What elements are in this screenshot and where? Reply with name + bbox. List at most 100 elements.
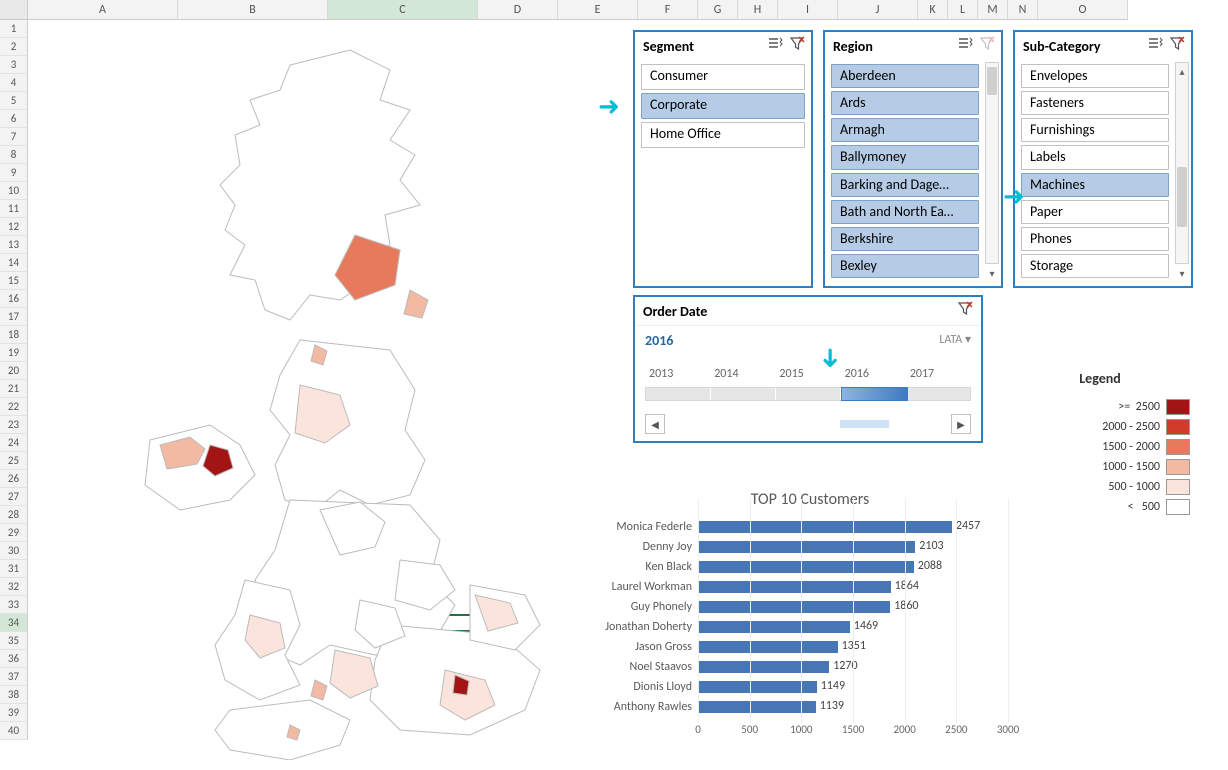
col-header-J[interactable]: J [838,0,918,20]
row-header-29[interactable]: 29 [0,524,28,542]
row-header-18[interactable]: 18 [0,326,28,344]
slicer-subcategory[interactable]: Sub-Category EnvelopesFastenersFurnishin… [1013,30,1193,288]
clear-filter-icon[interactable] [957,301,973,321]
col-header-M[interactable]: M [978,0,1008,20]
slicer-item[interactable]: Consumer [641,64,805,90]
row-header-13[interactable]: 13 [0,236,28,254]
row-header-16[interactable]: 16 [0,290,28,308]
slicer-item[interactable]: Bath and North Ea… [831,200,979,224]
multiselect-icon[interactable] [767,36,783,56]
col-header-D[interactable]: D [478,0,558,20]
multiselect-icon[interactable] [1147,36,1163,56]
row-header-22[interactable]: 22 [0,398,28,416]
bar[interactable] [698,621,850,633]
slicer-item[interactable]: Corporate [641,93,805,119]
bar[interactable] [698,561,914,573]
row-header-10[interactable]: 10 [0,182,28,200]
timeline-scroll-right[interactable]: ▶ [951,414,971,434]
col-header-C[interactable]: C [328,0,478,20]
scroll-down-icon[interactable]: ▾ [986,265,998,281]
row-header-33[interactable]: 33 [0,596,28,614]
top-customers-chart[interactable]: TOP 10 Customers Monica Federle2457Denny… [580,490,1040,737]
slicer-item[interactable]: Phones [1021,227,1169,251]
row-header-1[interactable]: 1 [0,20,28,38]
row-header-40[interactable]: 40 [0,722,28,740]
scroll-down-icon[interactable]: ▾ [1176,265,1188,281]
slicer-item[interactable]: Armagh [831,118,979,142]
scrollbar-thumb[interactable] [1177,167,1187,227]
timeline-year-segment[interactable] [906,388,970,400]
row-header-21[interactable]: 21 [0,380,28,398]
row-header-3[interactable]: 3 [0,56,28,74]
slicer-item[interactable]: Labels [1021,145,1169,169]
scrollbar-thumb[interactable] [987,67,997,95]
row-header-25[interactable]: 25 [0,452,28,470]
uk-choropleth-map[interactable] [100,40,580,760]
row-header-4[interactable]: 4 [0,74,28,92]
row-header-38[interactable]: 38 [0,686,28,704]
slicer-item[interactable]: Paper [1021,200,1169,224]
row-header-7[interactable]: 7 [0,128,28,146]
slicer-region[interactable]: Region AberdeenArdsArmaghBallymoneyBarki… [823,30,1003,288]
row-header-32[interactable]: 32 [0,578,28,596]
slicer-item[interactable]: Aberdeen [831,64,979,88]
row-header-31[interactable]: 31 [0,560,28,578]
slicer-segment[interactable]: Segment ConsumerCorporateHome Office [633,30,813,288]
timeline-selection-bar[interactable] [841,387,908,401]
bar[interactable] [698,701,816,713]
clear-filter-icon[interactable] [1169,36,1185,56]
slicer-item[interactable]: Machines [1021,173,1169,197]
timeline-period-dropdown[interactable]: LATA ▾ [939,332,971,347]
row-header-35[interactable]: 35 [0,632,28,650]
bar[interactable] [698,641,838,653]
slicer-item[interactable]: Furnishings [1021,118,1169,142]
row-header-9[interactable]: 9 [0,164,28,182]
row-header-37[interactable]: 37 [0,668,28,686]
row-header-8[interactable]: 8 [0,146,28,164]
multiselect-icon[interactable] [957,36,973,56]
row-header-28[interactable]: 28 [0,506,28,524]
col-header-I[interactable]: I [778,0,838,20]
bar[interactable] [698,581,891,593]
row-header-11[interactable]: 11 [0,200,28,218]
row-header-14[interactable]: 14 [0,254,28,272]
slicer-item[interactable]: Fasteners [1021,91,1169,115]
timeline-scroll-left[interactable]: ◀ [645,414,665,434]
row-header-20[interactable]: 20 [0,362,28,380]
bar[interactable] [698,681,817,693]
row-header-19[interactable]: 19 [0,344,28,362]
scrollbar[interactable]: ▴▾ [985,62,999,264]
col-header-L[interactable]: L [948,0,978,20]
bar[interactable] [698,541,915,553]
slicer-item[interactable]: Bexley [831,254,979,278]
row-header-26[interactable]: 26 [0,470,28,488]
clear-filter-icon[interactable] [789,36,805,56]
col-header-B[interactable]: B [178,0,328,20]
row-headers[interactable]: 1234567891011121314151617181920212223242… [0,20,28,740]
row-header-15[interactable]: 15 [0,272,28,290]
slicer-item[interactable]: Storage [1021,254,1169,278]
row-header-17[interactable]: 17 [0,308,28,326]
bar[interactable] [698,521,952,533]
row-header-34[interactable]: 34 [0,614,28,632]
row-header-12[interactable]: 12 [0,218,28,236]
timeline-mini-scroll[interactable] [673,420,943,428]
slicer-item[interactable]: Ballymoney [831,145,979,169]
row-header-24[interactable]: 24 [0,434,28,452]
col-header-O[interactable]: O [1038,0,1128,20]
row-header-23[interactable]: 23 [0,416,28,434]
col-header-G[interactable]: G [698,0,738,20]
slicer-item[interactable]: Ards [831,91,979,115]
scroll-up-icon[interactable]: ▴ [1176,63,1188,79]
timeline-year-segment[interactable] [711,388,776,400]
slicer-item[interactable]: Envelopes [1021,64,1169,88]
timeline-order-date[interactable]: Order Date 2016 LATA ▾ 20132014201520162… [633,295,983,443]
col-header-N[interactable]: N [1008,0,1038,20]
row-header-2[interactable]: 2 [0,38,28,56]
slicer-item[interactable]: Barking and Dage… [831,173,979,197]
col-header-K[interactable]: K [918,0,948,20]
timeline-year-segment[interactable] [646,388,711,400]
row-header-27[interactable]: 27 [0,488,28,506]
slicer-item[interactable]: Berkshire [831,227,979,251]
col-header-E[interactable]: E [558,0,638,20]
